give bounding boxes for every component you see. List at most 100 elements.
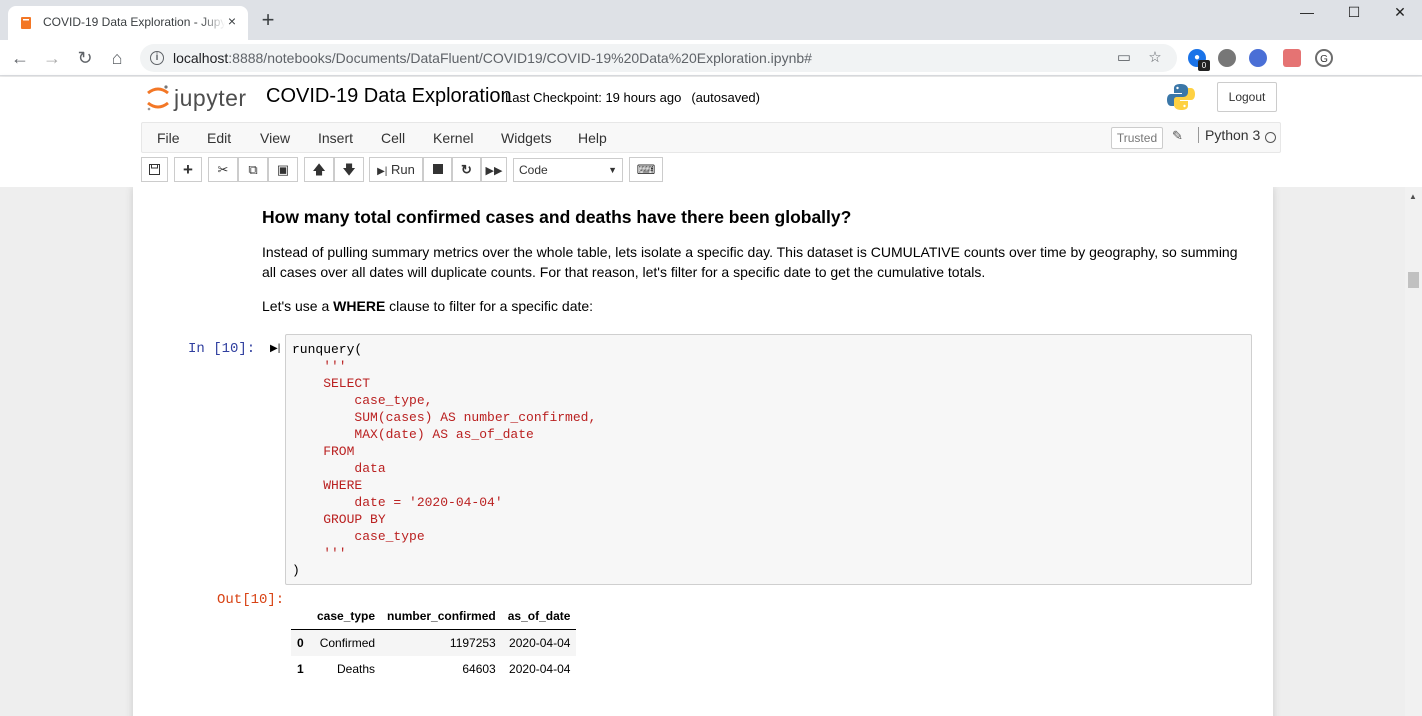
extension-g-icon[interactable]: G: [1315, 49, 1333, 67]
url-text[interactable]: localhost:8888/notebooks/Documents/DataF…: [173, 50, 812, 66]
jupyter-logo-text: jupyter: [174, 85, 247, 111]
column-header: case_type: [311, 603, 382, 630]
save-button[interactable]: [141, 157, 168, 182]
scroll-up-icon[interactable]: ▲: [1409, 192, 1417, 201]
markdown-paragraph: Instead of pulling summary metrics over …: [262, 242, 1247, 282]
menu-kernel[interactable]: Kernel: [433, 130, 473, 146]
menu-insert[interactable]: Insert: [318, 130, 353, 146]
output-prompt: Out[10]:: [217, 592, 285, 608]
menu-view[interactable]: View: [260, 130, 290, 146]
cell-type-value: Code: [519, 163, 548, 177]
markdown-heading: How many total confirmed cases and death…: [262, 207, 852, 227]
fast-forward-icon: ▶▶: [485, 165, 503, 177]
move-down-button[interactable]: 🡇: [334, 157, 364, 182]
paragraph-text: Let's use a: [262, 298, 334, 314]
notebook-area: How many total confirmed cases and death…: [0, 187, 1405, 716]
code-line: SELECT: [292, 376, 371, 391]
code-line: runquery(: [292, 342, 363, 357]
cast-icon[interactable]: ▭: [1115, 49, 1133, 67]
stop-icon: [432, 164, 443, 174]
menu-file[interactable]: File: [157, 130, 180, 146]
run-button[interactable]: ▶| Run: [369, 157, 423, 182]
table-header-row: case_type number_confirmed as_of_date: [291, 603, 577, 630]
copy-button[interactable]: ⧉: [238, 157, 268, 182]
extension-eyes-icon[interactable]: [1249, 49, 1267, 67]
kernel-status-icon: [1265, 132, 1276, 143]
keyboard-icon: ⌨: [636, 162, 656, 177]
notebook-page: How many total confirmed cases and death…: [133, 187, 1273, 716]
insert-cell-button[interactable]: +: [174, 157, 202, 182]
code-text: runquery( ''' SELECT case_type, SUM(case…: [292, 341, 596, 579]
markdown-paragraph-2: Let's use a WHERE clause to filter for a…: [262, 296, 1247, 316]
tab-close-icon[interactable]: ×: [224, 13, 240, 29]
extension-arrow-icon[interactable]: [1283, 49, 1301, 67]
command-palette-button[interactable]: ⌨: [629, 157, 663, 182]
restart-run-all-button[interactable]: ▶▶: [481, 157, 507, 182]
jupyter-logo[interactable]: jupyter: [145, 83, 255, 113]
code-line: SUM(cases) AS number_confirmed,: [292, 410, 597, 425]
autosave-text: (autosaved): [691, 90, 760, 105]
row-index: 0: [297, 636, 304, 650]
forward-button[interactable]: →: [42, 48, 62, 68]
menu-widgets[interactable]: Widgets: [501, 130, 552, 146]
bookmark-star-icon[interactable]: ☆: [1146, 49, 1164, 67]
site-info-icon[interactable]: i: [150, 51, 164, 65]
code-line: data: [292, 461, 386, 476]
arrow-down-icon: 🡇: [342, 162, 356, 177]
move-up-button[interactable]: 🡅: [304, 157, 334, 182]
browser-tab[interactable]: COVID-19 Data Exploration - Jupyter Note…: [8, 6, 248, 40]
code-line: MAX(date) AS as_of_date: [292, 427, 534, 442]
table-row: 1 Deaths 64603 2020-04-04: [291, 656, 576, 682]
checkpoint-text: Last Checkpoint: 19 hours ago: [505, 90, 682, 105]
kernel-name[interactable]: Python 3: [1198, 127, 1260, 143]
notebook-title[interactable]: COVID-19 Data Exploration: [266, 85, 512, 108]
trusted-indicator[interactable]: Trusted: [1111, 127, 1163, 149]
menubar: File Edit View Insert Cell Kernel Widget…: [141, 122, 1281, 153]
code-line: case_type,: [292, 393, 433, 408]
interrupt-button[interactable]: [423, 157, 452, 182]
code-line: case_type: [292, 529, 425, 544]
address-bar[interactable]: i localhost:8888/notebooks/Documents/Dat…: [140, 44, 1177, 72]
paragraph-text-end: clause to filter for a specific date:: [385, 298, 594, 314]
extension-circle-icon[interactable]: [1218, 49, 1236, 67]
scrollbar-thumb[interactable]: [1408, 272, 1419, 288]
column-header: as_of_date: [501, 603, 577, 630]
paragraph-bold: WHERE: [333, 298, 386, 314]
plus-icon: +: [183, 160, 193, 179]
paste-icon: ▣: [276, 162, 290, 177]
code-cell-editor[interactable]: runquery( ''' SELECT case_type, SUM(case…: [285, 334, 1252, 585]
jupyter-header: jupyter COVID-19 Data Exploration Last C…: [0, 77, 1422, 187]
minimize-button[interactable]: —: [1292, 4, 1322, 22]
input-prompt: In [10]:: [188, 341, 256, 357]
column-header: [291, 603, 311, 630]
run-label: Run: [391, 162, 415, 177]
restart-icon: ↻: [461, 162, 472, 177]
tab-title: COVID-19 Data Exploration - Jupyter Note…: [43, 15, 225, 29]
paragraph-line-1: Instead of pulling summary metrics over …: [262, 244, 1238, 260]
scissors-icon: ✂: [217, 162, 229, 177]
table-cell: Deaths: [337, 662, 376, 676]
reload-button[interactable]: ↻: [75, 48, 95, 68]
restart-button[interactable]: ↻: [452, 157, 481, 182]
maximize-button[interactable]: ☐: [1339, 4, 1369, 22]
run-cell-icon[interactable]: ▶|: [270, 343, 280, 354]
checkpoint-status: Last Checkpoint: 19 hours ago (autosaved): [505, 90, 760, 105]
chevron-down-icon: ▼: [608, 165, 617, 175]
cut-button[interactable]: ✂: [208, 157, 238, 182]
menu-cell[interactable]: Cell: [381, 130, 405, 146]
page-scrollbar[interactable]: ▲: [1405, 187, 1422, 716]
logout-button[interactable]: Logout: [1217, 82, 1277, 112]
cell-type-select[interactable]: Code ▼: [513, 158, 623, 182]
home-button[interactable]: ⌂: [107, 48, 127, 68]
menu-help[interactable]: Help: [578, 130, 607, 146]
new-tab-button[interactable]: +: [258, 9, 278, 31]
python-logo-icon: [1167, 84, 1195, 110]
code-line: WHERE: [292, 478, 363, 493]
paste-button[interactable]: ▣: [268, 157, 298, 182]
table-cell: 64603: [462, 662, 496, 676]
paragraph-line-2: all cases over all dates will duplicate …: [262, 264, 986, 280]
extension-badge: 0: [1198, 60, 1210, 71]
close-window-button[interactable]: ✕: [1385, 4, 1415, 22]
back-button[interactable]: ←: [10, 48, 30, 68]
menu-edit[interactable]: Edit: [207, 130, 231, 146]
